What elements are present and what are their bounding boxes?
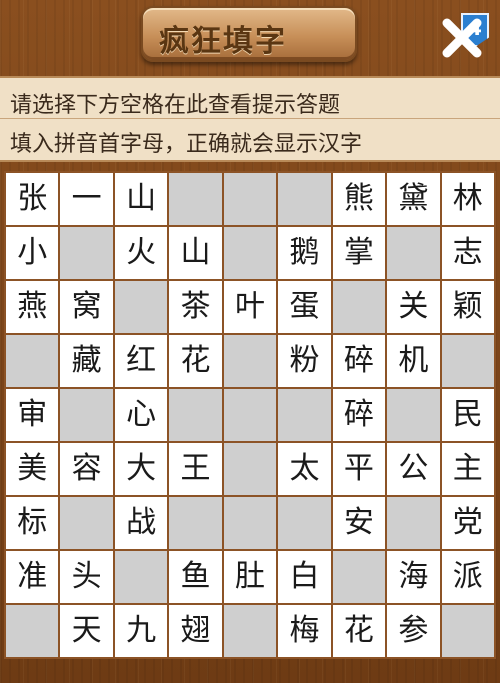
- grid-cell-empty[interactable]: [441, 335, 494, 387]
- grid-cell[interactable]: 叶: [223, 281, 277, 333]
- grid-cell[interactable]: 美: [6, 443, 59, 495]
- grid-cell[interactable]: 燕: [6, 281, 59, 333]
- close-icon: [442, 18, 482, 58]
- grid-cell[interactable]: 大: [114, 443, 168, 495]
- grid-cell-empty[interactable]: [278, 497, 331, 549]
- grid-cell-empty[interactable]: [223, 443, 277, 495]
- grid-cell[interactable]: 海: [387, 551, 440, 603]
- grid-cell[interactable]: 鹅: [278, 227, 331, 279]
- grid-cell[interactable]: 标: [6, 497, 59, 549]
- grid-cell-empty[interactable]: [6, 605, 59, 657]
- grid-cell[interactable]: 花: [169, 335, 222, 387]
- grid-cell-empty[interactable]: [223, 605, 277, 657]
- grid-cell[interactable]: 民: [441, 389, 494, 441]
- grid-cell-empty[interactable]: [387, 389, 440, 441]
- grid-cell[interactable]: 碎: [332, 335, 386, 387]
- grid-cell[interactable]: 颖: [441, 281, 494, 333]
- grid-cell[interactable]: 粉: [278, 335, 331, 387]
- grid-cell[interactable]: 林: [441, 173, 494, 225]
- grid-cell[interactable]: 志: [441, 227, 494, 279]
- grid-cell[interactable]: 党: [441, 497, 494, 549]
- grid-cell[interactable]: 山: [114, 173, 168, 225]
- grid-cell-empty[interactable]: [114, 551, 168, 603]
- grid-cell[interactable]: 公: [387, 443, 440, 495]
- grid-cell[interactable]: 王: [169, 443, 222, 495]
- grid-cell-empty[interactable]: [441, 605, 494, 657]
- grid-cell[interactable]: 碎: [332, 389, 386, 441]
- grid-cell[interactable]: 心: [114, 389, 168, 441]
- header-bar: 疯狂填字 4: [0, 0, 500, 76]
- grid-cell[interactable]: 花: [332, 605, 386, 657]
- grid-cell[interactable]: 黛: [387, 173, 440, 225]
- grid-cell[interactable]: 审: [6, 389, 59, 441]
- grid-cell-empty[interactable]: [169, 497, 222, 549]
- grid-cell[interactable]: 梅: [278, 605, 331, 657]
- grid-cell[interactable]: 参: [387, 605, 440, 657]
- title-plaque: 疯狂填字 4: [141, 6, 489, 62]
- grid-cell[interactable]: 头: [60, 551, 113, 603]
- grid-cell-empty[interactable]: [169, 389, 222, 441]
- grid-cell-empty[interactable]: [223, 173, 277, 225]
- grid-cell-empty[interactable]: [60, 389, 113, 441]
- grid-cell[interactable]: 掌: [332, 227, 386, 279]
- grid-cell-empty[interactable]: [387, 227, 440, 279]
- grid-cell-empty[interactable]: [223, 497, 277, 549]
- hint-panel: 请选择下方空格在此查看提示答题 填入拼音首字母，正确就会显示汉字: [0, 76, 500, 162]
- grid-cell-empty[interactable]: [223, 389, 277, 441]
- grid-cell[interactable]: 容: [60, 443, 113, 495]
- grid-cell-empty[interactable]: [332, 551, 386, 603]
- grid-cell-empty[interactable]: [387, 497, 440, 549]
- grid-cell[interactable]: 鱼: [169, 551, 222, 603]
- grid-cell-empty[interactable]: [332, 281, 386, 333]
- close-button[interactable]: [438, 14, 486, 62]
- hint-line-2: 填入拼音首字母，正确就会显示汉字: [10, 132, 363, 157]
- grid-cell[interactable]: 九: [114, 605, 168, 657]
- grid-cell-empty[interactable]: [60, 497, 113, 549]
- grid-cell[interactable]: 红: [114, 335, 168, 387]
- grid-cell[interactable]: 张: [6, 173, 59, 225]
- grid-cell-empty[interactable]: [60, 227, 113, 279]
- grid-cell[interactable]: 安: [332, 497, 386, 549]
- grid-cell-empty[interactable]: [278, 389, 331, 441]
- grid-cell[interactable]: 熊: [332, 173, 386, 225]
- grid-cell[interactable]: 一: [60, 173, 113, 225]
- grid-cell-empty[interactable]: [6, 335, 59, 387]
- grid-cell[interactable]: 准: [6, 551, 59, 603]
- grid-cell[interactable]: 战: [114, 497, 168, 549]
- grid-cell[interactable]: 窝: [60, 281, 113, 333]
- grid-cell[interactable]: 太: [278, 443, 331, 495]
- grid-cell-empty[interactable]: [223, 227, 277, 279]
- hint-divider: [0, 118, 500, 119]
- grid-cell[interactable]: 翅: [169, 605, 222, 657]
- grid-cell-empty[interactable]: [223, 335, 277, 387]
- grid-cell[interactable]: 肚: [223, 551, 277, 603]
- grid-cell[interactable]: 白: [278, 551, 331, 603]
- grid-cell[interactable]: 派: [441, 551, 494, 603]
- grid-cell[interactable]: 主: [441, 443, 494, 495]
- grid-cell-empty[interactable]: [114, 281, 168, 333]
- grid-cell[interactable]: 平: [332, 443, 386, 495]
- grid-cell[interactable]: 茶: [169, 281, 222, 333]
- grid-cell[interactable]: 天: [60, 605, 113, 657]
- crossword-grid: 张一山熊黛林小火山鹅掌志燕窝茶叶蛋关颖藏红花粉碎机审心碎民美容大王太平公主标战安…: [4, 171, 496, 659]
- hint-line-1: 请选择下方空格在此查看提示答题: [10, 93, 341, 118]
- grid-cell-empty[interactable]: [169, 173, 222, 225]
- grid-cell[interactable]: 山: [169, 227, 222, 279]
- grid-cell[interactable]: 藏: [60, 335, 113, 387]
- grid-cell[interactable]: 机: [387, 335, 440, 387]
- grid-cell[interactable]: 火: [114, 227, 168, 279]
- grid-cell[interactable]: 小: [6, 227, 59, 279]
- grid-cell[interactable]: 关: [387, 281, 440, 333]
- app-title: 疯狂填字: [159, 24, 287, 59]
- grid-cell-empty[interactable]: [278, 173, 331, 225]
- grid-cell[interactable]: 蛋: [278, 281, 331, 333]
